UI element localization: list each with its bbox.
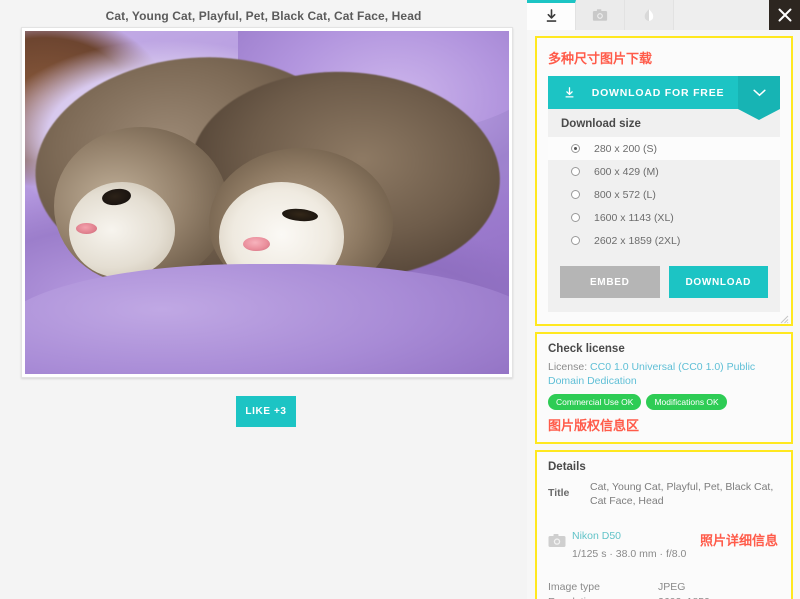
license-line: License: CC0 1.0 Universal (CC0 1.0) Pub… (548, 360, 780, 388)
detail-key: Resolution (548, 595, 658, 599)
size-option-s[interactable]: 280 x 200 (S) (548, 137, 780, 160)
license-prefix: License: (548, 361, 591, 373)
badge-modifications[interactable]: Modifications OK (646, 394, 727, 410)
detail-value: 2602x1859 (658, 595, 710, 599)
image-detail-screen: Cat, Young Cat, Playful, Pet, Black Cat,… (0, 0, 800, 599)
download-for-free-label: DOWNLOAD FOR FREE (591, 86, 725, 99)
download-panel: 多种尺寸图片下载 DOWNLOAD FOR FREE Download size… (535, 36, 793, 326)
download-annotation: 多种尺寸图片下载 (548, 51, 653, 66)
download-icon (544, 9, 559, 24)
details-header: Details (548, 461, 586, 473)
tab-download[interactable] (527, 0, 576, 30)
close-button[interactable] (769, 0, 800, 30)
camera-icon (592, 8, 608, 22)
details-title-value: Cat, Young Cat, Playful, Pet, Black Cat,… (590, 481, 774, 507)
radio-icon (571, 190, 580, 199)
camera-icon (548, 526, 572, 553)
sidebar-tabstrip (527, 0, 800, 30)
download-button[interactable]: DOWNLOAD (668, 266, 768, 298)
detail-row-image-type: Image type JPEG (548, 580, 780, 595)
detail-row-resolution: Resolution 2602x1859 (548, 595, 780, 599)
download-size-dropdown-toggle[interactable] (738, 76, 780, 120)
badge-commercial-use[interactable]: Commercial Use OK (548, 394, 642, 410)
details-panel: Details Title Cat, Young Cat, Playful, P… (535, 450, 793, 599)
download-arrow-icon (548, 86, 590, 100)
like-button[interactable]: LIKE +3 (236, 396, 296, 427)
size-option-label: 600 x 429 (M) (594, 165, 659, 178)
size-option-l[interactable]: 800 x 572 (L) (548, 183, 780, 206)
size-option-2xl[interactable]: 2602 x 1859 (2XL) (548, 229, 780, 252)
details-annotation: 照片详细信息 (699, 533, 778, 548)
kitten-right-nose (242, 236, 270, 252)
chevron-down-icon (752, 89, 766, 96)
size-option-label: 2602 x 1859 (2XL) (594, 234, 681, 247)
size-option-m[interactable]: 600 x 429 (M) (548, 160, 780, 183)
detail-value: JPEG (658, 581, 686, 593)
license-panel: Check license License: CC0 1.0 Universal… (535, 332, 793, 444)
towel-decor-front (25, 264, 509, 374)
sidebar: 多种尺寸图片下载 DOWNLOAD FOR FREE Download size… (527, 0, 800, 599)
download-actions: EMBED DOWNLOAD (548, 252, 780, 312)
contrast-icon (642, 8, 656, 23)
size-option-label: 1600 x 1143 (XL) (594, 211, 674, 224)
download-for-free-button[interactable]: DOWNLOAD FOR FREE (548, 76, 738, 109)
radio-icon (571, 213, 580, 222)
license-header: Check license (548, 343, 625, 355)
details-exif-row: Nikon D50 1/125 s · 38.0 mm · f/8.0 照片详细… (548, 526, 780, 562)
size-option-xl[interactable]: 1600 x 1143 (XL) (548, 206, 780, 229)
resize-handle[interactable] (778, 311, 789, 324)
camera-model-link[interactable]: Nikon D50 (572, 530, 621, 542)
photo-frame (21, 27, 513, 378)
page-title: Cat, Young Cat, Playful, Pet, Black Cat,… (105, 9, 422, 23)
tab-contrast[interactable] (625, 0, 674, 30)
download-size-dropdown: Download size 280 x 200 (S) 600 x 429 (M… (548, 109, 780, 312)
download-main-row: DOWNLOAD FOR FREE (548, 76, 780, 120)
details-title-label: Title (548, 487, 570, 499)
radio-icon (571, 236, 580, 245)
size-option-label: 800 x 572 (L) (594, 188, 656, 201)
radio-icon (571, 167, 580, 176)
embed-button[interactable]: EMBED (560, 266, 660, 298)
detail-key: Image type (548, 581, 600, 593)
details-title-row: Title Cat, Young Cat, Playful, Pet, Blac… (548, 480, 780, 508)
license-badges: Commercial Use OK Modifications OK (548, 394, 780, 410)
radio-icon (571, 144, 580, 153)
license-annotation: 图片版权信息区 (548, 418, 640, 433)
tab-camera[interactable] (576, 0, 625, 30)
kitten-left-nose (75, 223, 98, 235)
size-option-label: 280 x 200 (S) (594, 142, 658, 155)
details-exif-text: Nikon D50 1/125 s · 38.0 mm · f/8.0 (572, 526, 686, 562)
photo-preview-column: Cat, Young Cat, Playful, Pet, Black Cat,… (0, 0, 527, 599)
preview-image[interactable] (25, 31, 509, 374)
camera-specs: 1/125 s · 38.0 mm · f/8.0 (572, 548, 687, 560)
close-icon (778, 8, 791, 22)
